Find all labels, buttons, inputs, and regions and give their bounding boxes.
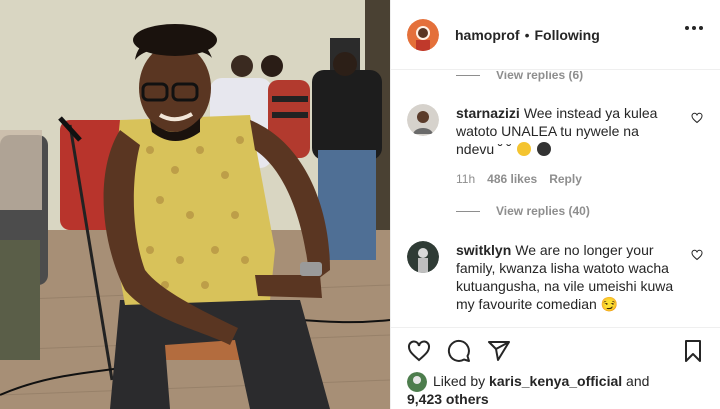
likes-count[interactable]: 9,423 others	[407, 391, 489, 408]
reply-button[interactable]: Reply	[549, 172, 582, 186]
comment-item: switklyn We are no longer your family, kw…	[407, 241, 707, 326]
crying-face-emoji-icon	[517, 142, 532, 156]
comments-list[interactable]: View replies (6) starnazizi Wee instead y…	[391, 71, 720, 326]
view-replies-button[interactable]: View replies (40)	[456, 204, 590, 218]
liker-avatar[interactable]	[407, 372, 427, 392]
view-replies-label: View replies (40)	[496, 204, 590, 218]
liked-by-prefix: Liked by	[433, 373, 486, 389]
author-avatar[interactable]	[407, 18, 439, 51]
replies-divider-line	[456, 74, 480, 76]
comment-age: 11h	[456, 172, 476, 186]
post-photo-illustration	[0, 0, 390, 409]
send-icon[interactable]	[487, 339, 511, 363]
comment-text-block: switklyn We are no longer your family, kw…	[456, 241, 678, 313]
post-header: hamoprof • Following	[391, 0, 720, 70]
following-button[interactable]: Following	[534, 27, 599, 43]
view-replies-label: View replies (6)	[496, 71, 584, 82]
comment-meta: 11h 486 likes Reply	[456, 172, 582, 186]
commenter-avatar[interactable]	[407, 104, 439, 136]
post-sidebar: hamoprof • Following View replies (6) st…	[390, 0, 720, 409]
post-modal: hamoprof • Following View replies (6) st…	[0, 0, 720, 409]
bookmark-icon[interactable]	[681, 339, 705, 363]
liked-by-line: Liked by karis_kenya_official and	[433, 373, 649, 390]
comment-icon[interactable]	[447, 339, 471, 363]
author-username[interactable]: hamoprof	[455, 27, 520, 43]
comment-like-heart-icon[interactable]	[691, 112, 703, 124]
comment-emoji-text: 😏	[600, 296, 619, 312]
liked-by-connector: and	[626, 373, 650, 389]
face-emoji-icon	[537, 142, 552, 156]
post-photo[interactable]	[0, 0, 390, 409]
post-actions	[391, 327, 720, 373]
comment-emoji-text: ˘ ˘	[498, 141, 512, 157]
more-horizontal-icon[interactable]	[685, 26, 703, 30]
comment-like-heart-icon[interactable]	[691, 249, 703, 261]
commenter-avatar[interactable]	[407, 241, 439, 273]
view-replies-button[interactable]: View replies (6)	[456, 71, 583, 82]
liker-username[interactable]: karis_kenya_official	[489, 373, 622, 389]
comment-text-block: starnazizi Wee instead ya kulea watoto UN…	[456, 104, 678, 158]
replies-divider-line	[456, 210, 480, 212]
comment-likes[interactable]: 486 likes	[487, 172, 537, 186]
commenter-username[interactable]: starnazizi	[456, 105, 520, 121]
commenter-username[interactable]: switklyn	[456, 242, 511, 258]
heart-icon[interactable]	[407, 339, 431, 363]
header-separator: •	[524, 26, 530, 43]
